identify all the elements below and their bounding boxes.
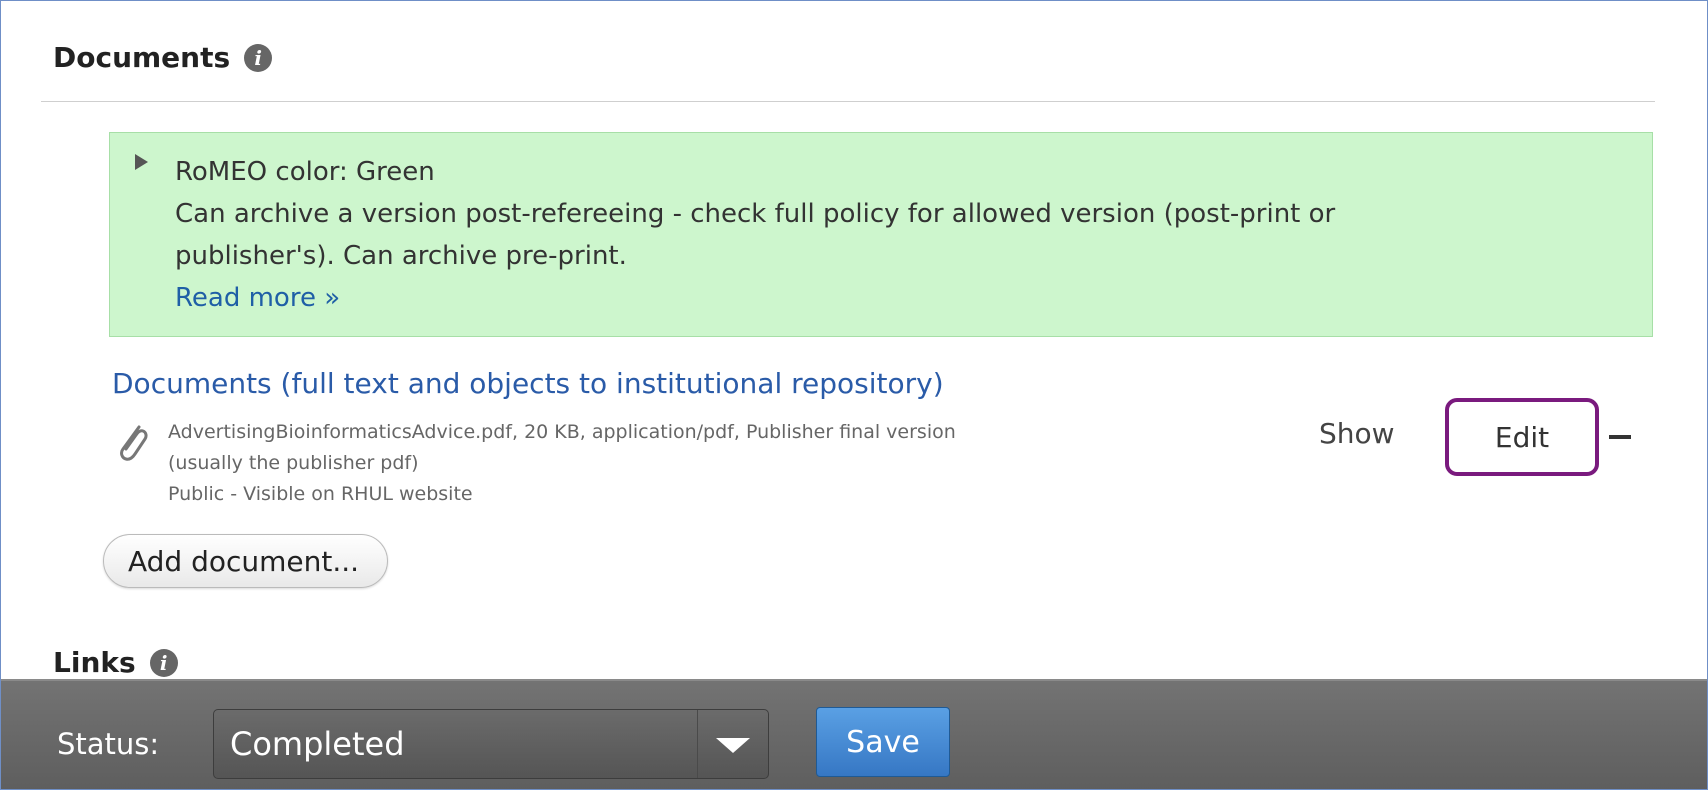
documents-section-header: Documents i bbox=[53, 41, 273, 74]
dropdown-toggle[interactable] bbox=[697, 710, 768, 778]
read-more-link[interactable]: Read more » bbox=[175, 277, 1635, 319]
links-section-header: Links i bbox=[53, 646, 178, 679]
section-divider bbox=[41, 101, 1655, 102]
documents-title: Documents bbox=[53, 41, 231, 74]
documents-group-link[interactable]: Documents (full text and objects to inst… bbox=[112, 367, 944, 400]
romeo-description-line2: publisher's). Can archive pre-print. bbox=[175, 241, 627, 271]
document-visibility: Public - Visible on RHUL website bbox=[168, 483, 473, 505]
links-title: Links bbox=[53, 646, 136, 679]
page-frame: Documents i RoMEO color: Green Can archi… bbox=[0, 0, 1708, 790]
minus-icon[interactable] bbox=[1609, 435, 1631, 439]
info-icon[interactable]: i bbox=[244, 43, 273, 72]
romeo-color-line: RoMEO color: Green bbox=[175, 157, 435, 187]
document-details: AdvertisingBioinformaticsAdvice.pdf, 20 … bbox=[168, 417, 1268, 510]
document-file-info: AdvertisingBioinformaticsAdvice.pdf, 20 … bbox=[168, 421, 956, 443]
romeo-panel: RoMEO color: Green Can archive a version… bbox=[109, 132, 1653, 337]
romeo-text: RoMEO color: Green Can archive a version… bbox=[175, 151, 1635, 319]
status-selected-value: Completed bbox=[230, 725, 405, 763]
document-file-version: (usually the publisher pdf) bbox=[168, 452, 419, 474]
info-icon[interactable]: i bbox=[149, 648, 178, 677]
edit-button[interactable]: Edit bbox=[1445, 398, 1599, 476]
status-label: Status: bbox=[57, 727, 160, 761]
show-button[interactable]: Show bbox=[1319, 417, 1395, 450]
save-button[interactable]: Save bbox=[816, 707, 950, 777]
chevron-down-icon bbox=[716, 738, 750, 753]
paperclip-icon bbox=[120, 425, 148, 461]
status-bar: Status: Completed Save bbox=[1, 679, 1707, 789]
expand-triangle-icon[interactable] bbox=[135, 154, 148, 170]
status-select[interactable]: Completed bbox=[213, 709, 769, 779]
add-document-button[interactable]: Add document... bbox=[103, 534, 389, 588]
romeo-description-line1: Can archive a version post-refereeing - … bbox=[175, 199, 1336, 229]
